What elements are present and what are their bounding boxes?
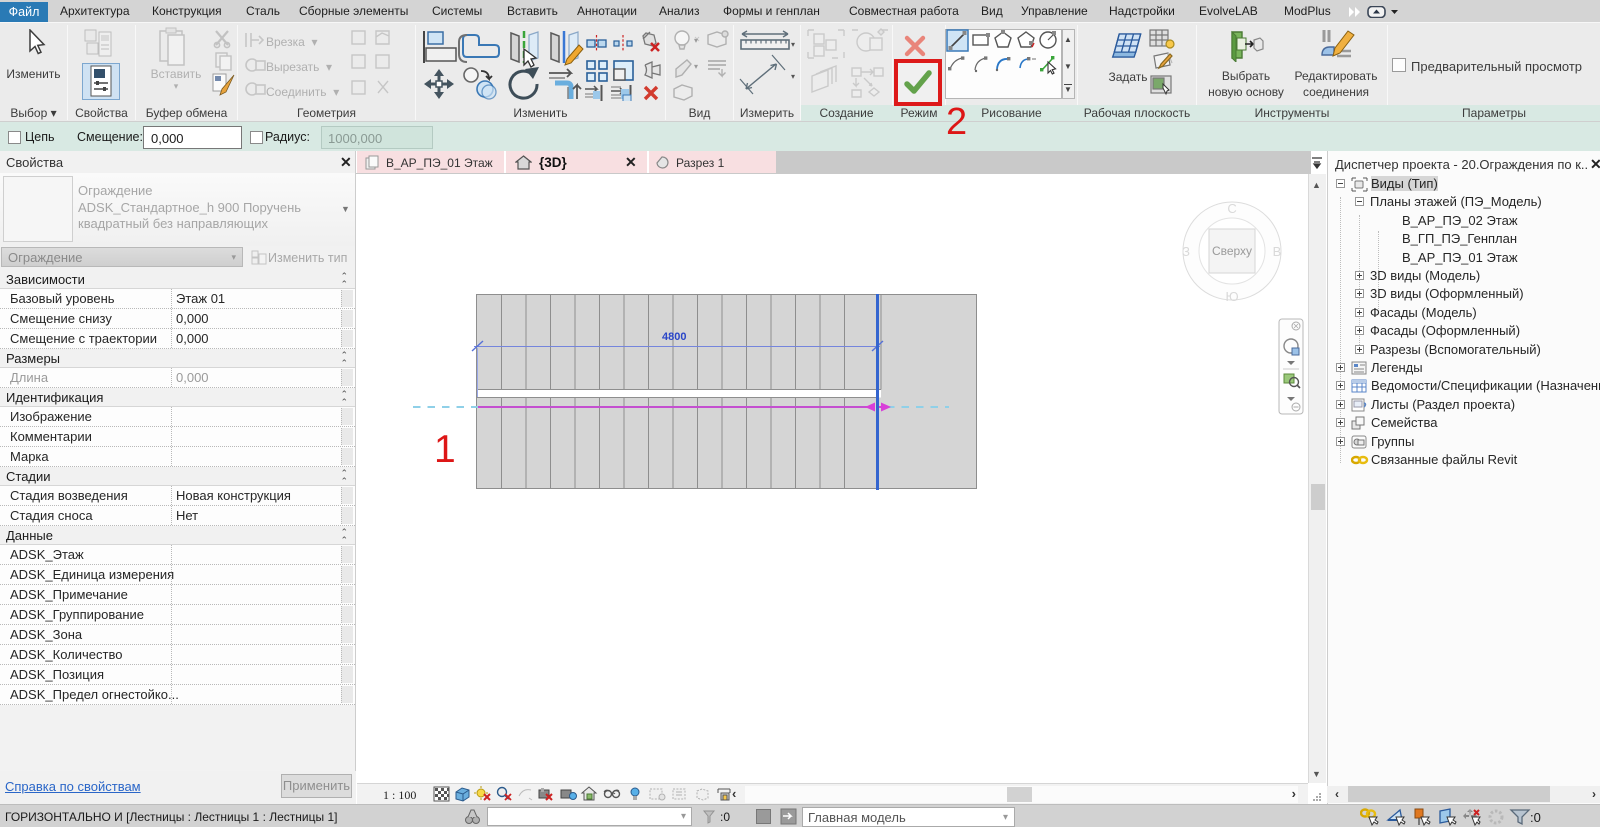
svg-text:С: С [1227,201,1236,216]
svg-text:В: В [1273,244,1282,259]
svg-text:▾: ▾ [694,36,698,45]
svg-text:▾: ▾ [791,72,795,81]
svg-text:Ю: Ю [1225,289,1238,304]
svg-text:▾: ▾ [791,40,795,49]
svg-text:Сверху: Сверху [1212,244,1252,258]
svg-text:4800: 4800 [662,331,686,343]
svg-text:З: З [1182,244,1190,259]
svg-text:▾: ▾ [694,62,698,71]
svg-text:1: 1 [434,428,456,471]
